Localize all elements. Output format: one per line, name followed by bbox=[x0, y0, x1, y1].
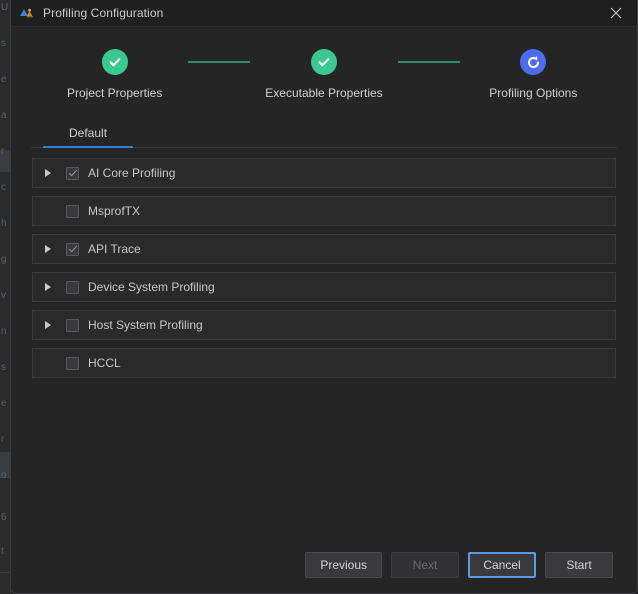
option-checkbox[interactable] bbox=[66, 167, 79, 180]
profiling-options-list: AI Core Profiling MsprofTX API Trace Device… bbox=[32, 158, 616, 537]
option-label: HCCL bbox=[88, 356, 121, 370]
step-label: Project Properties bbox=[67, 86, 162, 100]
option-row[interactable]: API Trace bbox=[32, 234, 616, 264]
cancel-button[interactable]: Cancel bbox=[468, 552, 536, 578]
background-glyph: 6 bbox=[1, 512, 7, 523]
background-glyph: t bbox=[1, 546, 4, 557]
profiling-configuration-dialog: Profiling Configuration Project Properti… bbox=[10, 0, 638, 594]
stepper-step: Project Properties bbox=[41, 49, 188, 100]
option-checkbox[interactable] bbox=[66, 357, 79, 370]
background-glyph: a bbox=[1, 110, 7, 121]
dialog-title: Profiling Configuration bbox=[43, 6, 163, 20]
wizard-stepper: Project Properties Executable Properties P… bbox=[11, 49, 637, 100]
start-button[interactable]: Start bbox=[545, 552, 613, 578]
option-label: API Trace bbox=[88, 242, 141, 256]
option-checkbox[interactable] bbox=[66, 319, 79, 332]
option-label: MsprofTX bbox=[88, 204, 140, 218]
option-label: Host System Profiling bbox=[88, 318, 203, 332]
refresh-circle-icon bbox=[520, 49, 546, 75]
option-checkbox[interactable] bbox=[66, 243, 79, 256]
background-glyph: v bbox=[1, 290, 6, 301]
app-icon bbox=[19, 5, 35, 21]
close-icon[interactable] bbox=[595, 0, 637, 26]
dialog-footer: Previous Next Cancel Start bbox=[11, 537, 637, 593]
expand-arrow-icon[interactable] bbox=[40, 317, 56, 333]
next-button: Next bbox=[391, 552, 459, 578]
option-row[interactable]: Host System Profiling bbox=[32, 310, 616, 340]
tab-bar: Default bbox=[31, 122, 617, 148]
dialog-title-bar: Profiling Configuration bbox=[11, 0, 637, 27]
background-glyph: c bbox=[1, 182, 6, 193]
step-label: Profiling Options bbox=[489, 86, 577, 100]
tab-default[interactable]: Default bbox=[43, 122, 133, 147]
stepper-step: Profiling Options bbox=[460, 49, 607, 100]
option-row[interactable]: HCCL bbox=[32, 348, 616, 378]
step-label: Executable Properties bbox=[265, 86, 382, 100]
background-glyph: U bbox=[1, 2, 8, 13]
option-checkbox[interactable] bbox=[66, 281, 79, 294]
background-glyph: o bbox=[1, 470, 7, 481]
option-label: Device System Profiling bbox=[88, 280, 215, 294]
expand-arrow-icon[interactable] bbox=[40, 279, 56, 295]
background-glyph: r bbox=[1, 146, 4, 157]
option-row[interactable]: AI Core Profiling bbox=[32, 158, 616, 188]
option-row[interactable]: Device System Profiling bbox=[32, 272, 616, 302]
check-circle-icon bbox=[311, 49, 337, 75]
background-glyph: h bbox=[1, 218, 7, 229]
expand-arrow-icon[interactable] bbox=[40, 241, 56, 257]
background-glyph: g bbox=[1, 254, 7, 265]
option-checkbox[interactable] bbox=[66, 205, 79, 218]
option-row[interactable]: MsprofTX bbox=[32, 196, 616, 226]
check-circle-icon bbox=[102, 49, 128, 75]
background-glyph: s bbox=[1, 38, 6, 49]
step-connector bbox=[188, 61, 250, 63]
background-glyph: e bbox=[1, 398, 7, 409]
previous-button[interactable]: Previous bbox=[305, 552, 382, 578]
background-glyph: s bbox=[1, 362, 6, 373]
background-glyph: n bbox=[1, 326, 7, 337]
background-glyph: r bbox=[1, 434, 4, 445]
option-label: AI Core Profiling bbox=[88, 166, 175, 180]
stepper-step: Executable Properties bbox=[250, 49, 397, 100]
background-glyph: e bbox=[1, 74, 7, 85]
step-connector bbox=[398, 61, 460, 63]
expand-arrow-icon[interactable] bbox=[40, 165, 56, 181]
